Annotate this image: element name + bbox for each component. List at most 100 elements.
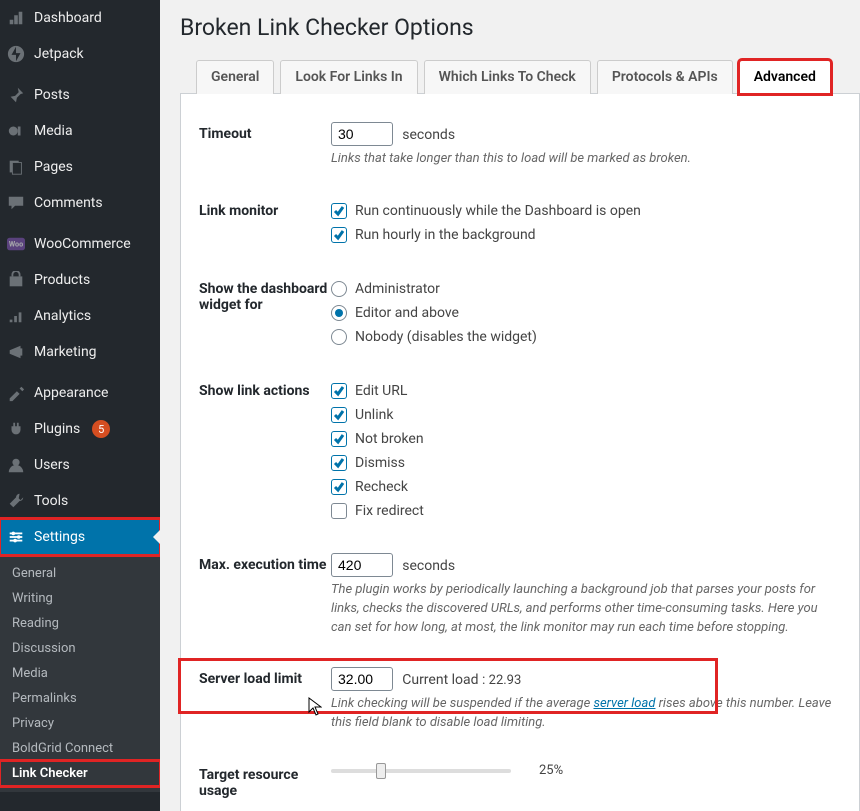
sidebar-item-analytics[interactable]: Analytics: [0, 298, 160, 334]
checkbox-unlink[interactable]: [331, 407, 347, 423]
checkbox-fix-redirect[interactable]: [331, 503, 347, 519]
checkbox-dismiss[interactable]: [331, 455, 347, 471]
target-resource-slider[interactable]: [331, 769, 511, 773]
submenu-item-permalinks[interactable]: Permalinks: [0, 686, 160, 711]
slider-thumb[interactable]: [376, 763, 386, 779]
settings-icon: [6, 527, 26, 547]
checkbox-label: Not broken: [355, 431, 424, 447]
sidebar-item-posts[interactable]: Posts: [0, 77, 160, 113]
sidebar-item-label: Users: [34, 457, 70, 473]
sidebar-item-jetpack[interactable]: Jetpack: [0, 36, 160, 72]
sidebar-item-label: Plugins: [34, 421, 80, 437]
settings-submenu: General Writing Reading Discussion Media…: [0, 555, 160, 792]
radio-label: Administrator: [355, 281, 440, 297]
sidebar-item-products[interactable]: Products: [0, 262, 160, 298]
label-link-monitor: Link monitor: [199, 199, 331, 247]
sidebar-item-label: Settings: [34, 529, 85, 545]
checkbox-recheck[interactable]: [331, 479, 347, 495]
checkbox-label: Fix redirect: [355, 503, 424, 519]
media-icon: [6, 121, 26, 141]
radio-editor-and-above[interactable]: [331, 305, 347, 321]
pages-icon: [6, 157, 26, 177]
options-panel: Timeout seconds Links that take longer t…: [180, 93, 860, 811]
sidebar-item-label: Comments: [34, 195, 103, 211]
timeout-desc: Links that take longer than this to load…: [331, 150, 841, 169]
label-max-exec: Max. execution time: [199, 553, 331, 638]
submenu-item-media[interactable]: Media: [0, 661, 160, 686]
server-load-link[interactable]: server load: [593, 696, 655, 711]
row-server-load: Server load limit Current load : 22.93 L…: [199, 655, 841, 751]
checkbox-label: Run hourly in the background: [355, 227, 536, 243]
sidebar-item-label: Tools: [34, 493, 68, 509]
row-link-monitor: Link monitor Run continuously while the …: [199, 187, 841, 265]
timeout-input[interactable]: [331, 122, 393, 146]
radio-label: Nobody (disables the widget): [355, 329, 537, 345]
server-load-desc: Link checking will be suspended if the a…: [331, 695, 841, 733]
checkbox-run-continuously[interactable]: [331, 203, 347, 219]
sidebar-item-users[interactable]: Users: [0, 447, 160, 483]
comments-icon: [6, 193, 26, 213]
sidebar-item-pages[interactable]: Pages: [0, 149, 160, 185]
tab-look-for-links[interactable]: Look For Links In: [280, 60, 417, 94]
row-max-exec: Max. execution time seconds The plugin w…: [199, 541, 841, 656]
max-exec-desc: The plugin works by periodically launchi…: [331, 581, 841, 638]
timeout-unit: seconds: [402, 127, 455, 143]
submenu-item-writing[interactable]: Writing: [0, 586, 160, 611]
woo-icon: Woo: [6, 234, 26, 254]
tab-advanced[interactable]: Advanced: [739, 60, 831, 94]
sidebar-item-media[interactable]: Media: [0, 113, 160, 149]
row-timeout: Timeout seconds Links that take longer t…: [199, 110, 841, 187]
current-load-value: 22.93: [489, 673, 522, 688]
label-timeout: Timeout: [199, 122, 331, 169]
submenu-item-privacy[interactable]: Privacy: [0, 711, 160, 736]
tab-general[interactable]: General: [196, 60, 274, 94]
max-exec-input[interactable]: [331, 553, 393, 577]
checkbox-label: Edit URL: [355, 383, 407, 399]
sidebar-item-label: Posts: [34, 87, 70, 103]
sidebar-item-woocommerce[interactable]: Woo WooCommerce: [0, 226, 160, 262]
sidebar-item-appearance[interactable]: Appearance: [0, 375, 160, 411]
sidebar-item-label: Marketing: [34, 344, 97, 360]
checkbox-edit-url[interactable]: [331, 383, 347, 399]
submenu-item-discussion[interactable]: Discussion: [0, 636, 160, 661]
tools-icon: [6, 491, 26, 511]
products-icon: [6, 270, 26, 290]
tab-protocols[interactable]: Protocols & APIs: [597, 60, 733, 94]
update-badge: 5: [92, 420, 110, 438]
sidebar-item-label: Appearance: [34, 385, 108, 401]
sidebar-item-label: Media: [34, 123, 73, 139]
dashboard-icon: [6, 8, 26, 28]
pin-icon: [6, 85, 26, 105]
label-widget-for: Show the dashboard widget for: [199, 277, 331, 349]
sidebar-item-marketing[interactable]: Marketing: [0, 334, 160, 370]
label-target-resource: Target resource usage: [199, 763, 331, 799]
radio-nobody[interactable]: [331, 329, 347, 345]
sidebar-item-comments[interactable]: Comments: [0, 185, 160, 221]
users-icon: [6, 455, 26, 475]
radio-administrator[interactable]: [331, 281, 347, 297]
row-link-actions: Show link actions Edit URL Unlink Not br…: [199, 367, 841, 541]
checkbox-run-hourly[interactable]: [331, 227, 347, 243]
submenu-item-boldgrid[interactable]: BoldGrid Connect: [0, 736, 160, 761]
submenu-item-reading[interactable]: Reading: [0, 611, 160, 636]
checkbox-not-broken[interactable]: [331, 431, 347, 447]
sidebar-item-settings[interactable]: Settings: [0, 519, 160, 555]
admin-sidebar: Dashboard Jetpack Posts Media Pages Comm…: [0, 0, 160, 811]
sidebar-item-plugins[interactable]: Plugins 5: [0, 411, 160, 447]
submenu-item-general[interactable]: General: [0, 561, 160, 586]
sidebar-item-dashboard[interactable]: Dashboard: [0, 0, 160, 36]
checkbox-label: Run continuously while the Dashboard is …: [355, 203, 641, 219]
server-load-input[interactable]: [331, 667, 393, 691]
tab-which-links[interactable]: Which Links To Check: [424, 60, 591, 94]
row-target-resource: Target resource usage 25%: [199, 751, 841, 811]
sidebar-item-tools[interactable]: Tools: [0, 483, 160, 519]
marketing-icon: [6, 342, 26, 362]
radio-label: Editor and above: [355, 305, 459, 321]
sidebar-item-label: WooCommerce: [34, 236, 131, 252]
label-server-load: Server load limit: [199, 667, 331, 733]
sidebar-item-label: Pages: [34, 159, 73, 175]
sidebar-item-label: Dashboard: [34, 10, 102, 26]
submenu-item-link-checker[interactable]: Link Checker: [0, 761, 160, 786]
sidebar-item-label: Jetpack: [34, 46, 84, 62]
analytics-icon: [6, 306, 26, 326]
